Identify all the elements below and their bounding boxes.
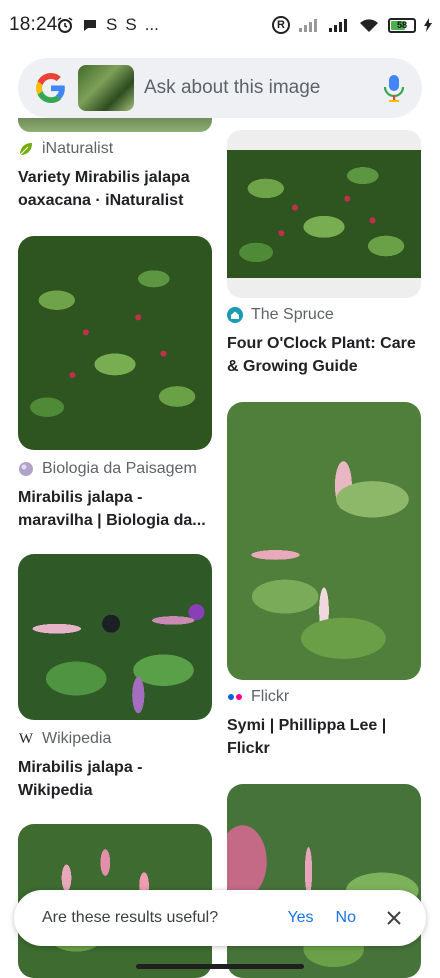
signal-icon [299,19,317,32]
result-card-inaturalist[interactable]: iNaturalist Variety Mirabilis jalapa oax… [18,140,218,212]
result-image[interactable] [227,130,421,298]
battery-level: 58 [396,20,407,30]
registered-icon: R [272,16,290,34]
feedback-no-button[interactable]: No [336,909,356,927]
result-card-bottom-right[interactable] [227,784,421,978]
flickr-dots-icon [227,689,243,705]
google-logo-icon[interactable] [36,73,66,103]
result-title[interactable]: Variety Mirabilis jalapa oaxacana · iNat… [18,166,218,212]
charging-icon [424,18,432,32]
result-card-wikipedia[interactable]: W Wikipedia Mirabilis jalapa - Wikipedia [18,554,212,802]
source-name: Flickr [251,688,290,705]
home-indicator[interactable] [136,964,304,969]
search-input[interactable]: Ask about this image [144,77,380,99]
lens-search-bar[interactable]: Ask about this image [18,58,422,118]
s-app-icon: S [106,15,118,34]
wifi-icon [360,19,378,32]
status-bar: 18:24 S S ... R 58 [0,0,440,50]
leaf-icon [18,141,34,157]
result-card-flickr[interactable]: Flickr Symi | Phillippa Lee | Flickr [227,402,421,760]
feedback-bar: Are these results useful? Yes No [14,890,426,946]
result-card-top-left[interactable] [18,118,212,132]
result-source: The Spruce [227,306,421,324]
result-card-spruce[interactable]: The Spruce Four O'Clock Plant: Care & Gr… [227,130,421,378]
globe-icon [18,461,34,477]
result-image[interactable] [227,784,421,978]
feedback-question: Are these results useful? [42,909,219,926]
more-notifications-icon: ... [144,15,159,34]
source-name: Wikipedia [42,730,112,747]
source-name: Biologia da Paisagem [42,460,197,477]
result-image-photo [227,150,421,278]
status-time: 18:24 [9,14,58,35]
result-source: iNaturalist [18,140,218,158]
feedback-yes-button[interactable]: Yes [287,909,313,927]
signal-icon-2 [329,19,347,32]
result-title[interactable]: Symi | Phillippa Lee | Flickr [227,714,421,760]
battery-icon: 58 [388,17,416,33]
result-title[interactable]: Mirabilis jalapa - maravilha | Biologia … [18,486,212,532]
source-name: iNaturalist [42,140,114,157]
result-image[interactable] [227,402,421,680]
wikipedia-w-icon: W [18,730,34,747]
status-left-icons: S S ... [56,14,159,36]
result-image[interactable] [18,554,212,720]
result-title[interactable]: Mirabilis jalapa - Wikipedia [18,756,212,802]
result-image[interactable] [18,236,212,450]
status-right-icons: R 58 [272,14,432,36]
close-icon[interactable] [386,910,402,926]
alarm-icon [57,17,73,33]
chat-bubble-icon [84,20,96,31]
result-source: Flickr [227,688,421,706]
result-source: W Wikipedia [18,730,212,748]
result-source: Biologia da Paisagem [18,460,212,478]
query-image-thumbnail[interactable] [78,65,134,111]
result-image[interactable] [18,118,212,132]
source-name: The Spruce [251,306,334,323]
result-card-biologia[interactable]: Biologia da Paisagem Mirabilis jalapa - … [18,236,212,532]
s-app-icon-2: S [125,15,137,34]
house-icon [227,307,243,323]
result-title[interactable]: Four O'Clock Plant: Care & Growing Guide [227,332,421,378]
mic-icon[interactable] [380,73,408,103]
